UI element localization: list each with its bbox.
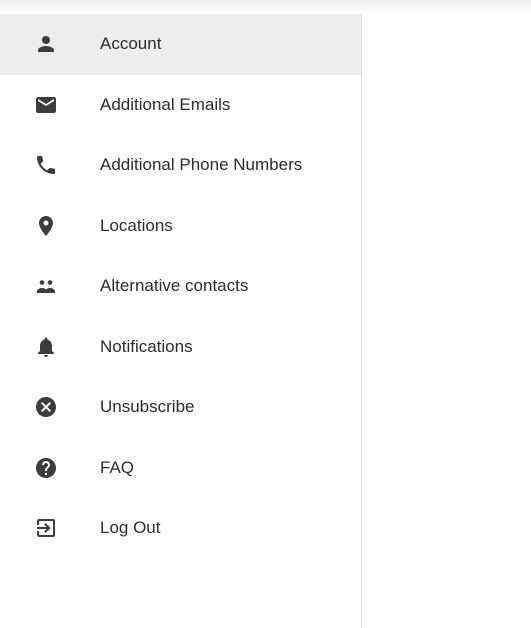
nav-item-account[interactable]: Account bbox=[0, 14, 361, 75]
phone-icon bbox=[34, 153, 58, 177]
cancel-circle-icon bbox=[34, 395, 58, 419]
settings-nav-list: Account Additional Emails Additional Pho… bbox=[0, 14, 361, 559]
logout-icon bbox=[34, 516, 58, 540]
nav-item-log-out[interactable]: Log Out bbox=[0, 498, 361, 559]
nav-label-log-out: Log Out bbox=[100, 518, 161, 538]
nav-label-unsubscribe: Unsubscribe bbox=[100, 397, 195, 417]
nav-item-unsubscribe[interactable]: Unsubscribe bbox=[0, 377, 361, 438]
nav-item-notifications[interactable]: Notifications bbox=[0, 317, 361, 378]
nav-item-faq[interactable]: FAQ bbox=[0, 438, 361, 499]
person-icon bbox=[34, 32, 58, 56]
nav-label-alternative-contacts: Alternative contacts bbox=[100, 276, 249, 296]
nav-label-locations: Locations bbox=[100, 215, 173, 235]
nav-item-additional-phone-numbers[interactable]: Additional Phone Numbers bbox=[0, 135, 361, 196]
nav-label-notifications: Notifications bbox=[100, 336, 193, 356]
nav-label-additional-emails: Additional Emails bbox=[100, 94, 231, 114]
top-shadow bbox=[0, 0, 531, 14]
nav-label-additional-phone-numbers: Additional Phone Numbers bbox=[100, 155, 303, 175]
help-circle-icon bbox=[34, 456, 58, 480]
nav-item-locations[interactable]: Locations bbox=[0, 196, 361, 257]
nav-item-alternative-contacts[interactable]: Alternative contacts bbox=[0, 256, 361, 317]
nav-label-account: Account bbox=[100, 34, 162, 54]
nav-item-additional-emails[interactable]: Additional Emails bbox=[0, 75, 361, 136]
nav-label-faq: FAQ bbox=[100, 457, 135, 477]
mail-icon bbox=[34, 93, 58, 117]
bell-icon bbox=[34, 335, 58, 359]
people-icon bbox=[34, 274, 58, 298]
settings-sidebar: Account Additional Emails Additional Pho… bbox=[0, 14, 362, 628]
location-pin-icon bbox=[34, 214, 58, 238]
